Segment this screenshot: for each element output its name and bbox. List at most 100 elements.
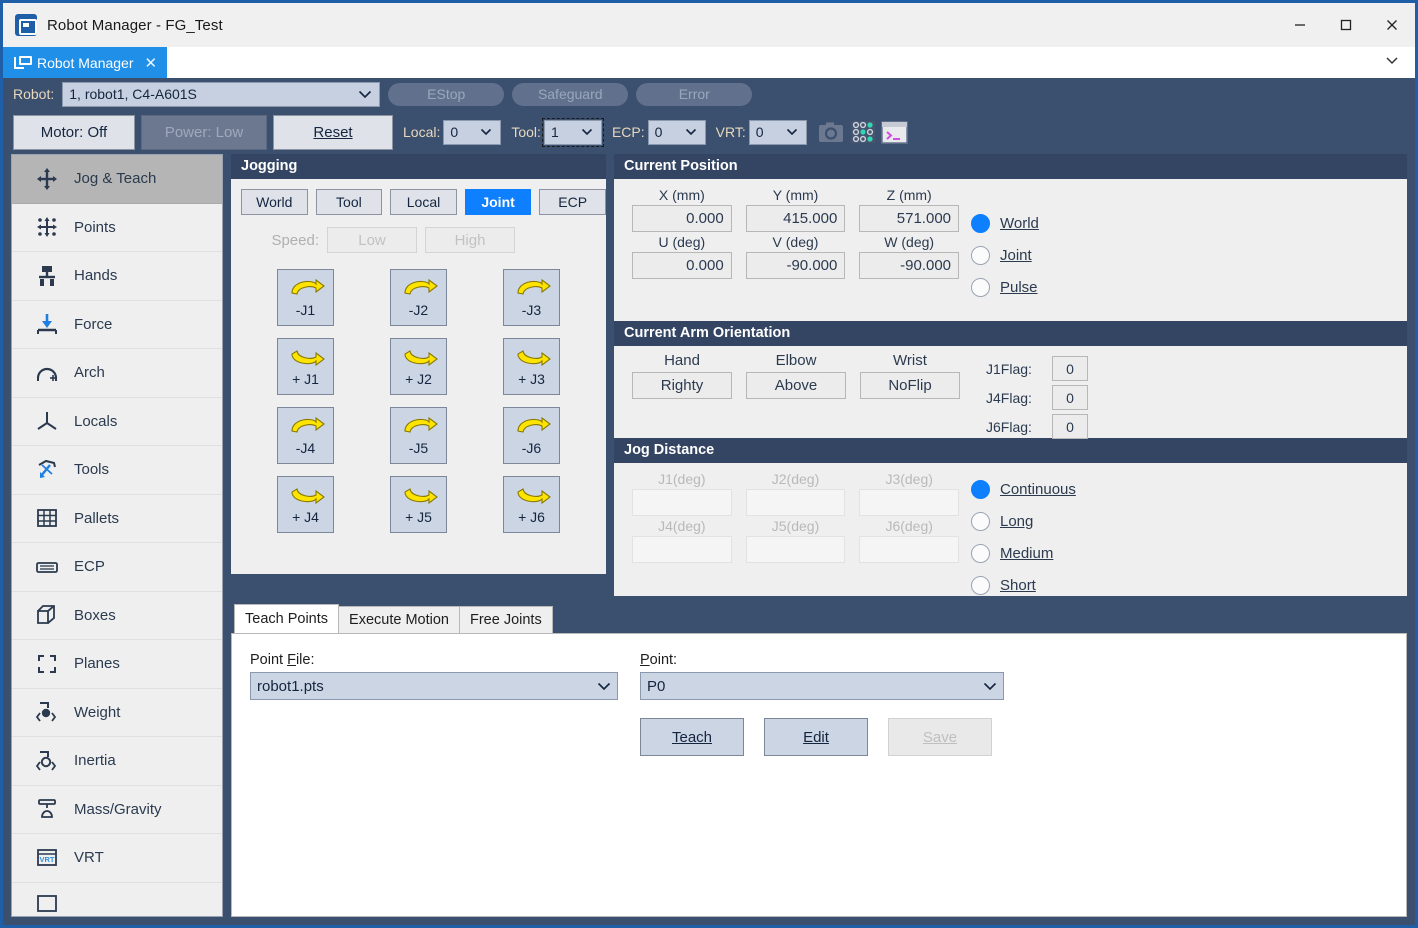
sidebar-item-jog-teach[interactable]: Jog & Teach (12, 155, 222, 204)
jog-button-plus-j3[interactable]: + J3 (503, 338, 560, 395)
jog-button-plus-j6[interactable]: + J6 (503, 476, 560, 533)
jog-button-plus-j1[interactable]: + J1 (277, 338, 334, 395)
local-select[interactable]: 0 (443, 120, 501, 145)
sidebar-item-hands[interactable]: Hands (12, 252, 222, 301)
reset-button[interactable]: Reset (273, 115, 393, 150)
sidebar-item-label: Tools (74, 461, 109, 478)
radio-dot-icon (971, 576, 990, 595)
camera-icon[interactable] (817, 118, 845, 146)
jd-j6-input (859, 536, 959, 563)
sidebar-item-label: Jog & Teach (74, 170, 156, 187)
edit-button[interactable]: Edit (764, 718, 868, 756)
field-label: Z (mm) (859, 185, 959, 205)
chevron-down-icon[interactable] (1385, 55, 1399, 65)
sidebar-item-tools[interactable]: Tools (12, 446, 222, 495)
jog-mode-joint[interactable]: Joint (465, 189, 532, 215)
jog-button-plus-j5[interactable]: + J5 (390, 476, 447, 533)
radio-label: Joint (1000, 247, 1032, 264)
maximize-button[interactable] (1323, 3, 1369, 47)
sidebar-item-ecp[interactable]: ECP (12, 543, 222, 592)
jog-button-minus-j6[interactable]: -J6 (503, 407, 560, 464)
points-grid-icon[interactable] (849, 118, 877, 146)
position-z-input[interactable]: 571.000 (859, 205, 959, 232)
field-label: W (deg) (859, 232, 959, 252)
sidebar-item-label: Pallets (74, 510, 119, 527)
bottom-tab-row: Teach Points Execute Motion Free Joints (231, 604, 1407, 633)
robot-selector-row: Robot: 1, robot1, C4-A601S EStop Safegua… (3, 78, 1415, 110)
sidebar-item-force[interactable]: Force (12, 301, 222, 350)
radio-pulse[interactable]: Pulse (971, 271, 1039, 303)
radio-short[interactable]: Short (971, 569, 1076, 601)
sidebar-item-weight[interactable]: Weight (12, 689, 222, 738)
jog-mode-local[interactable]: Local (390, 189, 457, 215)
sidebar-item-locals[interactable]: Locals (12, 398, 222, 447)
navigation-sidebar: Jog & Teach Points Hands Force Arch Loca… (11, 154, 223, 917)
tab-robot-manager[interactable]: Robot Manager ✕ (3, 47, 167, 78)
point-select[interactable]: P0 (640, 672, 1004, 700)
position-u-input[interactable]: 0.000 (632, 252, 732, 279)
inertia-icon (34, 748, 60, 774)
radio-world[interactable]: World (971, 207, 1039, 239)
sidebar-item-pallets[interactable]: Pallets (12, 495, 222, 544)
sidebar-item-planes[interactable]: Planes (12, 640, 222, 689)
jog-button-minus-j4[interactable]: -J4 (277, 407, 334, 464)
point-file-select[interactable]: robot1.pts (250, 672, 618, 700)
document-tab-strip: Robot Manager ✕ (3, 47, 1415, 78)
sidebar-item-inertia[interactable]: Inertia (12, 737, 222, 786)
field-label: J1(deg) (632, 469, 732, 489)
tab-close-icon[interactable]: ✕ (145, 54, 158, 72)
tab-execute-motion[interactable]: Execute Motion (338, 606, 460, 633)
points-icon (34, 214, 60, 240)
radio-continuous[interactable]: Continuous (971, 473, 1076, 505)
jog-mode-ecp[interactable]: ECP (539, 189, 606, 215)
jog-button-label: + J2 (405, 371, 432, 387)
radio-dot-icon (971, 246, 990, 265)
jog-button-label: + J3 (518, 371, 545, 387)
minimize-button[interactable] (1277, 3, 1323, 47)
jog-mode-buttons: World Tool Local Joint ECP (231, 189, 606, 215)
jog-button-minus-j1[interactable]: -J1 (277, 269, 334, 326)
vrt-select[interactable]: 0 (749, 120, 807, 145)
close-button[interactable] (1369, 3, 1415, 47)
robot-select[interactable]: 1, robot1, C4-A601S (62, 82, 380, 107)
speed-high-button: High (425, 227, 515, 253)
vrt-group: VRT: 0 (716, 120, 807, 145)
jd-cell-j3: J3(deg) (859, 469, 959, 516)
sidebar-item-arch[interactable]: Arch (12, 349, 222, 398)
command-console-icon[interactable] (881, 118, 909, 146)
jog-button-minus-j3[interactable]: -J3 (503, 269, 560, 326)
jog-button-minus-j2[interactable]: -J2 (390, 269, 447, 326)
sidebar-item-partial[interactable] (12, 883, 222, 918)
tab-free-joints[interactable]: Free Joints (459, 606, 553, 633)
sidebar-item-mass-gravity[interactable]: Mass/Gravity (12, 786, 222, 835)
save-button: Save (888, 718, 992, 756)
jog-mode-tool[interactable]: Tool (316, 189, 383, 215)
sidebar-item-boxes[interactable]: Boxes (12, 592, 222, 641)
teach-button[interactable]: Teach (640, 718, 744, 756)
box-icon (34, 602, 60, 628)
motor-toggle-button[interactable]: Motor: Off (13, 115, 135, 150)
chevron-down-icon (597, 678, 611, 695)
radio-long[interactable]: Long (971, 505, 1076, 537)
sidebar-item-points[interactable]: Points (12, 204, 222, 253)
position-v-input[interactable]: -90.000 (746, 252, 846, 279)
local-group: Local: 0 (403, 120, 501, 145)
position-x-input[interactable]: 0.000 (632, 205, 732, 232)
position-y-input[interactable]: 415.000 (746, 205, 846, 232)
teach-points-panel: Point File: robot1.pts Point: P0 (231, 633, 1407, 917)
jog-button-plus-j2[interactable]: + J2 (390, 338, 447, 395)
ecp-select[interactable]: 0 (648, 120, 706, 145)
jog-button-minus-j5[interactable]: -J5 (390, 407, 447, 464)
reset-label: Reset (313, 124, 352, 141)
jog-button-plus-j4[interactable]: + J4 (277, 476, 334, 533)
flag-label: J4Flag: (986, 390, 1044, 406)
jog-mode-world[interactable]: World (241, 189, 308, 215)
position-w-input[interactable]: -90.000 (859, 252, 959, 279)
upper-panels: Jogging World Tool Local Joint ECP Speed… (231, 154, 1407, 596)
radio-medium[interactable]: Medium (971, 537, 1076, 569)
tab-teach-points[interactable]: Teach Points (234, 604, 339, 633)
radio-joint[interactable]: Joint (971, 239, 1039, 271)
jog-button-label: + J6 (518, 509, 545, 525)
tool-select[interactable]: 1 (544, 120, 602, 145)
sidebar-item-vrt[interactable]: VRT VRT (12, 834, 222, 883)
